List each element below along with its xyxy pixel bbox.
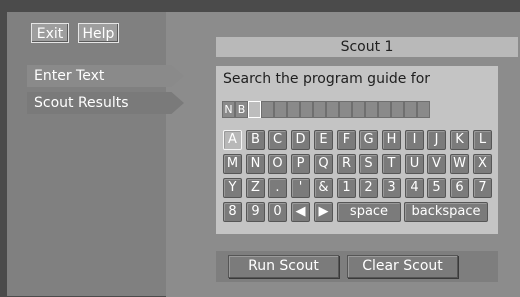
- key-f[interactable]: F: [337, 130, 356, 150]
- empty-char-cell: [391, 101, 404, 118]
- search-prompt: Search the program guide for: [223, 71, 431, 87]
- key-7[interactable]: 7: [473, 178, 492, 198]
- key-j[interactable]: J: [427, 130, 446, 150]
- key-backspace[interactable]: backspace: [404, 202, 488, 222]
- run-scout-button[interactable]: Run Scout: [228, 255, 339, 278]
- key-q[interactable]: Q: [314, 154, 333, 174]
- key-right-arrow[interactable]: ▶: [314, 202, 333, 222]
- empty-char-cell: [417, 101, 430, 118]
- key-3[interactable]: 3: [382, 178, 401, 198]
- page-title: Scout 1: [216, 37, 518, 57]
- key-2[interactable]: 2: [359, 178, 378, 198]
- key-r[interactable]: R: [337, 154, 356, 174]
- key-n[interactable]: N: [246, 154, 265, 174]
- key-y[interactable]: Y: [223, 178, 242, 198]
- key-t[interactable]: T: [382, 154, 401, 174]
- key-u[interactable]: U: [405, 154, 424, 174]
- key-ampersand[interactable]: &: [314, 178, 333, 198]
- empty-char-cell: [287, 101, 300, 118]
- key-k[interactable]: K: [450, 130, 469, 150]
- key-x[interactable]: X: [473, 154, 492, 174]
- key-v[interactable]: V: [427, 154, 446, 174]
- menu-item-scout-results[interactable]: Scout Results: [27, 92, 184, 114]
- key-h[interactable]: H: [382, 130, 401, 150]
- key-b[interactable]: B: [246, 130, 265, 150]
- scout-screen: Exit Help Enter Text Scout Results Scout…: [0, 0, 520, 297]
- key-a[interactable]: A: [223, 130, 242, 150]
- menu-item-enter-text[interactable]: Enter Text: [27, 65, 184, 87]
- key-0[interactable]: 0: [268, 202, 287, 222]
- key-9[interactable]: 9: [246, 202, 265, 222]
- key-left-arrow[interactable]: ◀: [291, 202, 310, 222]
- key-4[interactable]: 4: [405, 178, 424, 198]
- key-space[interactable]: space: [337, 202, 401, 222]
- key-apostrophe[interactable]: ': [291, 178, 310, 198]
- empty-char-cell: [378, 101, 391, 118]
- empty-char-cell: [261, 101, 274, 118]
- empty-char-cell: [326, 101, 339, 118]
- text-cursor: [248, 101, 261, 118]
- key-m[interactable]: M: [223, 154, 242, 174]
- empty-char-cell: [313, 101, 326, 118]
- empty-char-cell: [365, 101, 378, 118]
- key-8[interactable]: 8: [223, 202, 242, 222]
- clear-scout-button[interactable]: Clear Scout: [347, 255, 458, 278]
- empty-char-cell: [339, 101, 352, 118]
- key-d[interactable]: D: [291, 130, 310, 150]
- key-l[interactable]: L: [473, 130, 492, 150]
- key-c[interactable]: C: [268, 130, 287, 150]
- help-button[interactable]: Help: [78, 23, 119, 43]
- empty-char-cell: [404, 101, 417, 118]
- empty-char-cell: [352, 101, 365, 118]
- key-g[interactable]: G: [359, 130, 378, 150]
- key-1[interactable]: 1: [337, 178, 356, 198]
- key-e[interactable]: E: [314, 130, 333, 150]
- key-s[interactable]: S: [359, 154, 378, 174]
- entered-char: B: [235, 101, 248, 118]
- key-period[interactable]: .: [268, 178, 287, 198]
- key-o[interactable]: O: [268, 154, 287, 174]
- empty-char-cell: [274, 101, 287, 118]
- key-5[interactable]: 5: [427, 178, 446, 198]
- exit-button[interactable]: Exit: [31, 23, 69, 43]
- left-pane: [7, 12, 166, 296]
- key-p[interactable]: P: [291, 154, 310, 174]
- key-w[interactable]: W: [450, 154, 469, 174]
- key-i[interactable]: I: [405, 130, 424, 150]
- empty-char-cell: [300, 101, 313, 118]
- key-z[interactable]: Z: [246, 178, 265, 198]
- entered-char: N: [222, 101, 235, 118]
- key-6[interactable]: 6: [450, 178, 469, 198]
